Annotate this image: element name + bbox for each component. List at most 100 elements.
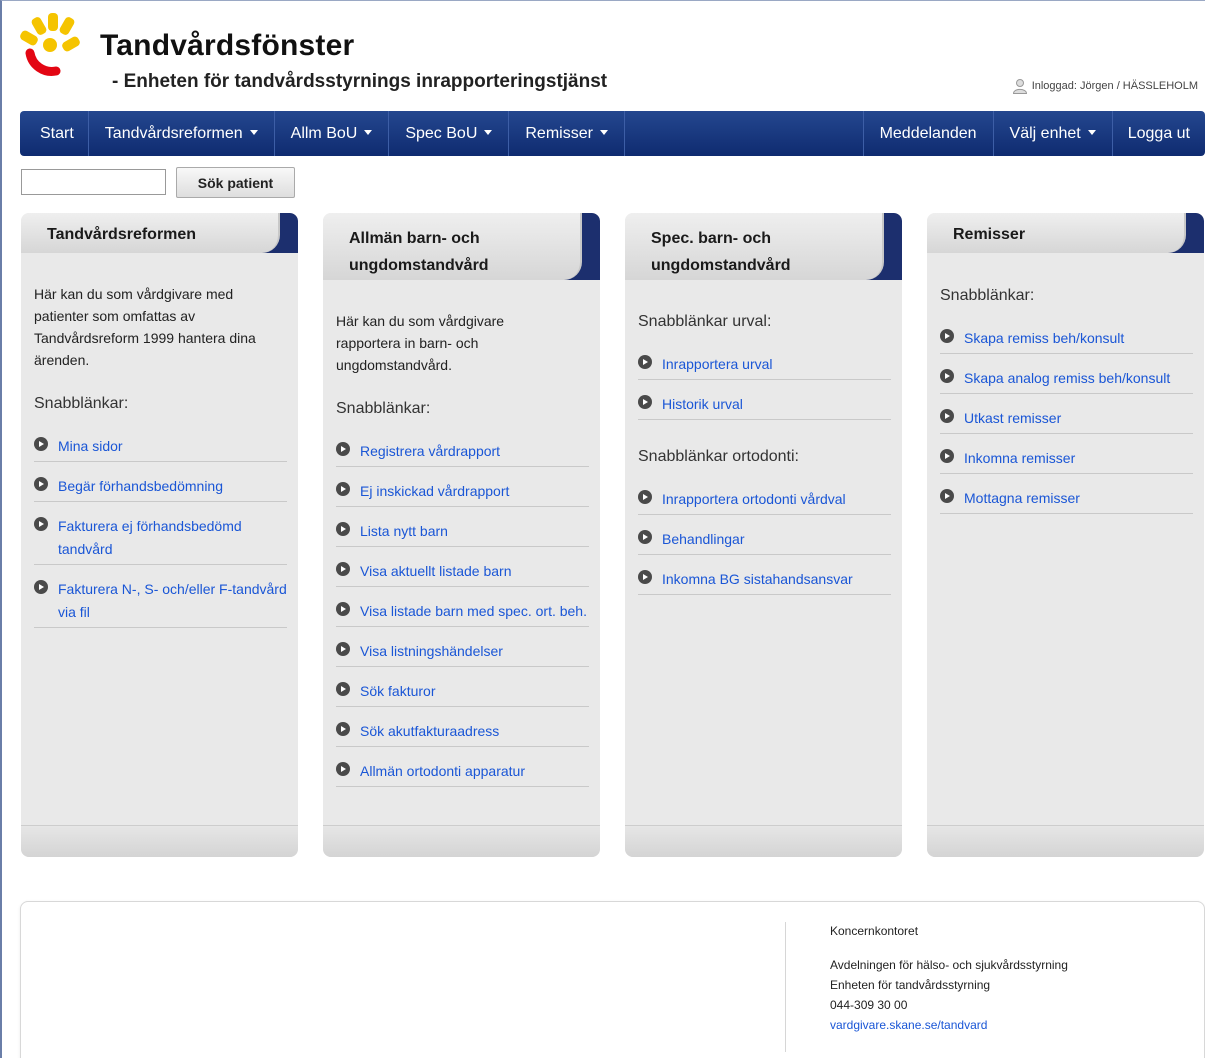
quick-link-utkast-remisser[interactable]: Utkast remisser (940, 407, 1193, 434)
play-circle-icon (336, 602, 350, 616)
search-patient-button[interactable]: Sök patient (176, 167, 295, 198)
quick-link-inrapportera-ortodonti-vardval[interactable]: Inrapportera ortodonti vårdval (638, 488, 891, 515)
play-circle-icon (336, 642, 350, 656)
play-circle-icon (34, 437, 48, 451)
nav-meddelanden[interactable]: Meddelanden (862, 111, 993, 156)
quick-links-list: Mina sidor Begär förhandsbedömning Fakture… (34, 435, 287, 628)
footer-line: 044-309 30 00 (830, 998, 908, 1012)
panel-footer (323, 825, 600, 857)
quick-links-list: Inrapportera urval Historik urval (638, 353, 891, 420)
panel-header: Tandvårdsreformen (21, 213, 298, 253)
quick-link-lista-nytt-barn[interactable]: Lista nytt barn (336, 520, 589, 547)
quick-link-skapa-analog-remiss-beh-konsult[interactable]: Skapa analog remiss beh/konsult (940, 367, 1193, 394)
quick-link-label: Utkast remisser (964, 410, 1062, 426)
nav-label: Tandvårdsreformen (104, 124, 243, 142)
nav-valj-enhet[interactable]: Välj enhet (992, 111, 1112, 156)
panel-corner-decoration (548, 213, 600, 280)
quick-link-inkomna-bg-sistahandsansvar[interactable]: Inkomna BG sistahandsansvar (638, 568, 891, 595)
quick-link-mottagna-remisser[interactable]: Mottagna remisser (940, 487, 1193, 514)
nav-remisser[interactable]: Remisser (509, 111, 625, 156)
panel-title: Spec. barn- och ungdomstandvård (651, 230, 791, 274)
panel-corner-decoration (246, 213, 298, 253)
panel-spec-barn-och-ungdomstandvard: Spec. barn- och ungdomstandvård Snabblänk… (625, 213, 902, 857)
panel-header: Remisser (927, 213, 1204, 253)
quick-link-inrapportera-urval[interactable]: Inrapportera urval (638, 353, 891, 380)
quick-link-label: Inkomna remisser (964, 450, 1076, 466)
quick-link-visa-aktuellt-listade-barn[interactable]: Visa aktuellt listade barn (336, 560, 589, 587)
quick-link-historik-urval[interactable]: Historik urval (638, 393, 891, 420)
play-circle-icon (336, 722, 350, 736)
quick-link-label: Mottagna remisser (964, 490, 1080, 506)
quick-links-list: Registrera vårdrapport Ej inskickad vårdr… (336, 440, 589, 787)
nav-spec-bou[interactable]: Spec BoU (389, 111, 510, 156)
play-circle-icon (336, 682, 350, 696)
quick-link-label: Inrapportera urval (662, 356, 773, 372)
panel-intro: Här kan du som vårdgivare rapportera in … (336, 313, 505, 373)
quick-link-behandlingar[interactable]: Behandlingar (638, 528, 891, 555)
panel-footer (625, 825, 902, 857)
patient-search-input[interactable] (21, 169, 166, 195)
panel-corner-decoration (1152, 213, 1204, 253)
page-header: Tandvårdsfönster - Enheten för tandvårds… (20, 11, 1200, 101)
nav-start[interactable]: Start (20, 111, 89, 156)
quick-link-visa-listningshandelser[interactable]: Visa listningshändelser (336, 640, 589, 667)
page-footer: Koncernkontoret Avdelningen för hälso- o… (20, 901, 1205, 1058)
panel-intro: Här kan du som vårdgivare med patienter … (34, 286, 256, 368)
panel-body: Här kan du som vårdgivare rapportera in … (323, 310, 600, 800)
play-circle-icon (336, 562, 350, 576)
panel-body: Snabblänkar: Skapa remiss beh/konsult Skap… (927, 287, 1204, 527)
quick-link-begar-forhandsbedomning[interactable]: Begär förhandsbedömning (34, 475, 287, 502)
quick-links-list: Inrapportera ortodonti vårdval Behandling… (638, 488, 891, 595)
quick-links-heading: Snabblänkar: (940, 287, 1035, 304)
user-label: Inloggad: Jörgen / HÄSSLEHOLM (1031, 80, 1198, 92)
play-circle-icon (336, 762, 350, 776)
footer-line: Enheten för tandvårdsstyrning (830, 978, 991, 992)
quick-link-fakturera-n-s-och-eller-f-tandvard-via-fil[interactable]: Fakturera N-, S- och/eller F-tandvård vi… (34, 578, 287, 628)
nav-label: Logga ut (1127, 124, 1190, 142)
logged-in-user: Inloggad: Jörgen / HÄSSLEHOLM (1012, 78, 1198, 94)
quick-link-label: Historik urval (662, 396, 743, 412)
app-subtitle: - Enheten för tandvårdsstyrnings inrappo… (112, 71, 608, 92)
quick-link-allman-ortodonti-apparatur[interactable]: Allmän ortodonti apparatur (336, 760, 589, 787)
main-navigation: Start Tandvårdsreformen Allm BoU Spec BoU Re… (20, 111, 1205, 156)
quick-link-fakturera-ej-forhandsbedomd-tandvard[interactable]: Fakturera ej förhandsbedömd tandvård (34, 515, 287, 565)
quick-link-label: Sök akutfakturaadress (360, 723, 500, 739)
nav-label: Välj enhet (1009, 124, 1081, 142)
play-circle-icon (940, 489, 954, 503)
caret-down-icon (249, 130, 258, 135)
quick-link-label: Ej inskickad vårdrapport (360, 483, 510, 499)
region-logo (20, 13, 80, 76)
play-circle-icon (638, 530, 652, 544)
quick-link-skapa-remiss-beh-konsult[interactable]: Skapa remiss beh/konsult (940, 327, 1193, 354)
footer-divider (785, 922, 786, 1052)
quick-link-label: Begär förhandsbedömning (58, 478, 224, 494)
quick-link-mina-sidor[interactable]: Mina sidor (34, 435, 287, 462)
quick-link-ej-inskickad-vardrapport[interactable]: Ej inskickad vårdrapport (336, 480, 589, 507)
play-circle-icon (336, 482, 350, 496)
quick-link-sok-fakturor[interactable]: Sök fakturor (336, 680, 589, 707)
quick-link-label: Inkomna BG sistahandsansvar (662, 571, 853, 587)
quick-link-registrera-vardrapport[interactable]: Registrera vårdrapport (336, 440, 589, 467)
caret-down-icon (1087, 130, 1096, 135)
nav-logga-ut[interactable]: Logga ut (1111, 111, 1205, 156)
nav-label: Start (40, 124, 74, 142)
nav-label: Meddelanden (879, 124, 977, 142)
panel-footer (21, 825, 298, 857)
quick-link-sok-akutfakturaadress[interactable]: Sök akutfakturaadress (336, 720, 589, 747)
panel-remisser: Remisser Snabblänkar: Skapa remiss beh/kon… (927, 213, 1204, 857)
quick-link-label: Inrapportera ortodonti vårdval (662, 491, 846, 507)
footer-line: Avdelningen för hälso- och sjukvårdsstyr… (830, 958, 1068, 972)
quick-link-label: Visa listade barn med spec. ort. beh. (360, 603, 587, 619)
play-circle-icon (34, 477, 48, 491)
footer-website-link[interactable]: vardgivare.skane.se/tandvard (830, 1015, 1068, 1035)
quick-link-inkomna-remisser[interactable]: Inkomna remisser (940, 447, 1193, 474)
quick-links-heading: Snabblänkar: (336, 400, 431, 417)
nav-tandvardsreformen[interactable]: Tandvårdsreformen (89, 111, 275, 156)
nav-allm-bou[interactable]: Allm BoU (275, 111, 390, 156)
nav-label: Spec BoU (405, 124, 478, 142)
play-circle-icon (638, 355, 652, 369)
quick-link-visa-listade-barn-med-spec-ort-beh[interactable]: Visa listade barn med spec. ort. beh. (336, 600, 589, 627)
quick-link-label: Allmän ortodonti apparatur (360, 763, 525, 779)
panel-body: Här kan du som vårdgivare med patienter … (21, 283, 298, 641)
